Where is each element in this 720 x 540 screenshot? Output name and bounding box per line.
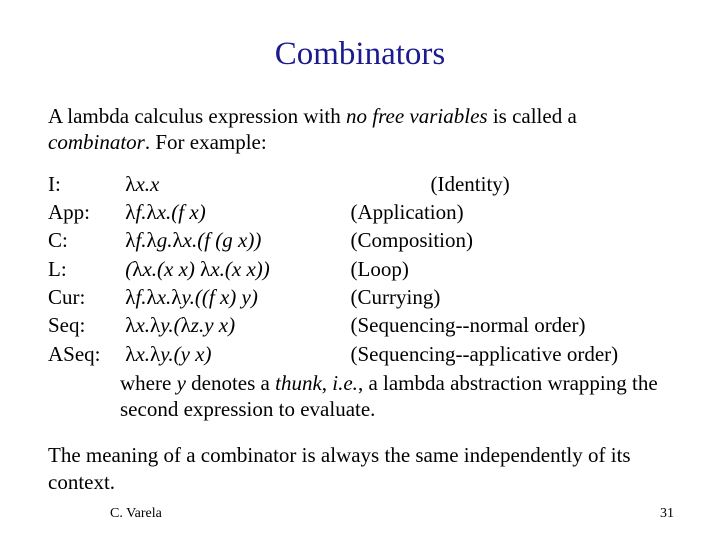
intro-comb: combinator	[48, 130, 145, 154]
combinator-desc: (Application)	[351, 198, 464, 226]
lambda-icon: λ	[147, 200, 157, 224]
combinator-desc: (Currying)	[351, 283, 441, 311]
lambda-icon: λ	[147, 285, 157, 309]
combinator-desc: (Loop)	[351, 255, 409, 283]
combinator-desc: (Sequencing--applicative order)	[351, 340, 619, 368]
lambda-icon: λ	[125, 228, 135, 252]
lambda-icon: λ	[125, 285, 135, 309]
combinator-row: ASeq: λx.λy.(y x) (Sequencing--applicati…	[48, 340, 672, 368]
combinator-row: Seq: λx.λy.(λz.y x) (Sequencing--normal …	[48, 311, 672, 339]
combinator-desc: (Composition)	[351, 226, 474, 254]
combinator-name: ASeq:	[48, 340, 120, 368]
lambda-icon: λ	[150, 313, 160, 337]
combinator-note: where y denotes a thunk, i.e., a lambda …	[120, 370, 660, 423]
combinator-name: App:	[48, 198, 120, 226]
combinator-expr: (λx.(x x) λx.(x x))	[125, 255, 345, 283]
lambda-icon: λ	[171, 285, 181, 309]
note-mid2: ,	[322, 371, 333, 395]
lambda-icon: λ	[147, 228, 157, 252]
intro-text: A lambda calculus expression with no fre…	[48, 103, 672, 156]
lambda-icon: λ	[172, 228, 182, 252]
combinator-expr: λf.λg.λx.(f (g x))	[125, 226, 345, 254]
combinator-name: Seq:	[48, 311, 120, 339]
combinator-row: App: λf.λx.(f x) (Application)	[48, 198, 672, 226]
combinator-expr: λx.λy.(y x)	[125, 340, 345, 368]
combinator-name: I:	[48, 170, 120, 198]
intro-nfv: no free variables	[346, 104, 488, 128]
lambda-icon: λ	[181, 313, 191, 337]
combinator-expr: λf.λx.(f x)	[125, 198, 345, 226]
footer-page-number: 31	[660, 506, 674, 522]
combinator-expr: λx.λy.(λz.y x)	[125, 311, 345, 339]
combinator-row: I: λx.x (Identity)	[48, 170, 672, 198]
note-thunk: thunk	[275, 371, 322, 395]
lambda-icon: λ	[125, 200, 135, 224]
combinator-expr: λf.λx.λy.((f x) y)	[125, 283, 345, 311]
lambda-icon: λ	[132, 257, 142, 281]
combinator-list: I: λx.x (Identity) App: λf.λx.(f x) (App…	[48, 170, 672, 423]
combinator-expr: λx.x	[125, 170, 345, 198]
combinator-name: Cur:	[48, 283, 120, 311]
lambda-icon: λ	[125, 342, 135, 366]
intro-pre: A lambda calculus expression with	[48, 104, 346, 128]
note-ie: i.e.	[332, 371, 358, 395]
lambda-icon: λ	[125, 172, 135, 196]
note-yvar: y	[177, 371, 186, 395]
note-mid1: denotes a	[186, 371, 275, 395]
combinator-row: Cur: λf.λx.λy.((f x) y) (Currying)	[48, 283, 672, 311]
combinator-desc: (Sequencing--normal order)	[351, 311, 586, 339]
lambda-icon: λ	[150, 342, 160, 366]
lambda-icon: λ	[200, 257, 210, 281]
combinator-row: L: (λx.(x x) λx.(x x)) (Loop)	[48, 255, 672, 283]
slide: Combinators A lambda calculus expression…	[0, 0, 720, 540]
combinator-name: C:	[48, 226, 120, 254]
closing-text: The meaning of a combinator is always th…	[48, 442, 672, 495]
intro-post: . For example:	[145, 130, 267, 154]
intro-mid: is called a	[488, 104, 577, 128]
footer-author: C. Varela	[110, 506, 162, 522]
lambda-icon: λ	[125, 313, 135, 337]
combinator-desc: (Identity)	[351, 170, 510, 198]
combinator-row: C: λf.λg.λx.(f (g x)) (Composition)	[48, 226, 672, 254]
combinator-name: L:	[48, 255, 120, 283]
note-pre: where	[120, 371, 177, 395]
slide-title: Combinators	[48, 36, 672, 73]
